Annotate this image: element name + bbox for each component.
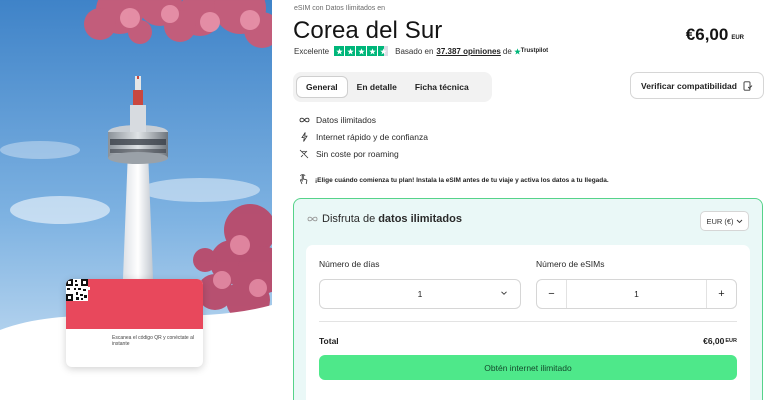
increment-button[interactable]: + [706,280,736,308]
qr-code-icon [66,279,88,301]
divider [319,321,737,322]
trustpilot-name: Trustpilot [520,48,549,54]
half-star-icon [378,46,389,56]
days-label: Número de días [319,259,380,269]
decrement-button[interactable]: − [537,280,567,308]
price-amount: €6,00 [685,25,729,44]
hand-tap-icon [298,173,309,187]
esims-label: Número de eSIMs [536,259,605,269]
card-caption: Escanea el código QR y conéctate al inst… [112,335,194,347]
hint-text: ¡Elige cuándo comienza tu plan! Instala … [315,176,609,184]
esims-stepper: − 1 + [536,279,737,309]
chevron-down-icon [736,219,742,223]
feature-list: Datos ilimitados Internet rápido y de co… [298,111,428,162]
feature-label: Datos ilimitados [316,114,376,125]
infinity-icon [307,213,318,225]
star-icon [345,46,356,56]
days-select[interactable]: 1 [319,279,521,309]
currency-value: EUR (€) [706,216,734,226]
star-icon [334,46,345,56]
panel-title-bold: datos ilimitados [378,213,462,225]
activation-hint: ¡Elige cuándo comienza tu plan! Instala … [298,173,609,187]
total-currency: EUR [725,338,737,344]
chevron-down-icon [501,291,507,295]
trustpilot-logo: Trustpilot [514,47,549,55]
star-icon [367,46,378,56]
no-roaming-icon [298,149,310,159]
feature-label: Sin coste por roaming [316,148,399,159]
rating-stars [334,46,389,56]
feature-label: Internet rápido y de confianza [316,131,428,142]
unlimited-data-panel: Disfruta de datos ilimitados EUR (€) Núm… [293,198,763,400]
total-amount: €6,00 [703,336,725,346]
tab-ficha-tecnica[interactable]: Ficha técnica [406,76,478,98]
infinity-icon [298,117,310,123]
feature-unlimited-data: Datos ilimitados [298,111,428,128]
feature-fast-internet: Internet rápido y de confianza [298,128,428,145]
page-title: Corea del Sur [293,17,443,44]
price-currency: EUR [731,35,744,41]
verify-compatibility-button[interactable]: Verificar compatibilidad [630,72,764,99]
plan-configurator: Número de días Número de eSIMs 1 − 1 + T… [306,245,750,400]
total-value: €6,00EUR [703,336,737,346]
info-tabs: General En detalle Ficha técnica [293,72,492,102]
trustpilot-rating: Excelente Basado en 37.387 opiniones de … [294,45,548,57]
days-value: 1 [417,289,423,299]
reviews-link[interactable]: 37.387 opiniones [436,47,500,56]
rating-based-on: Basado en [395,46,434,56]
lightning-icon [298,131,310,142]
currency-select[interactable]: EUR (€) [700,211,749,231]
tab-en-detalle[interactable]: En detalle [348,76,406,98]
panel-title-prefix: Disfruta de [322,213,376,225]
product-price: €6,00 EUR [686,25,744,45]
star-icon [356,46,367,56]
total-label: Total [319,336,339,346]
rating-of: de [502,46,512,56]
phone-check-icon [743,80,753,91]
panel-title: Disfruta de datos ilimitados [307,213,462,225]
hero-image: Escanea el código QR y conéctate al inst… [0,0,272,400]
verify-button-label: Verificar compatibilidad [641,80,737,91]
trustpilot-star-icon [514,47,521,55]
esims-value[interactable]: 1 [567,280,706,308]
feature-no-roaming: Sin coste por roaming [298,145,428,162]
get-unlimited-internet-button[interactable]: Obtén internet ilimitado [319,355,737,380]
esim-card: Escanea el código QR y conéctate al inst… [66,279,203,367]
product-supertitle: eSIM con Datos Ilimitados en [294,5,386,12]
rating-label: Excelente [294,46,330,56]
tab-general[interactable]: General [296,76,348,98]
